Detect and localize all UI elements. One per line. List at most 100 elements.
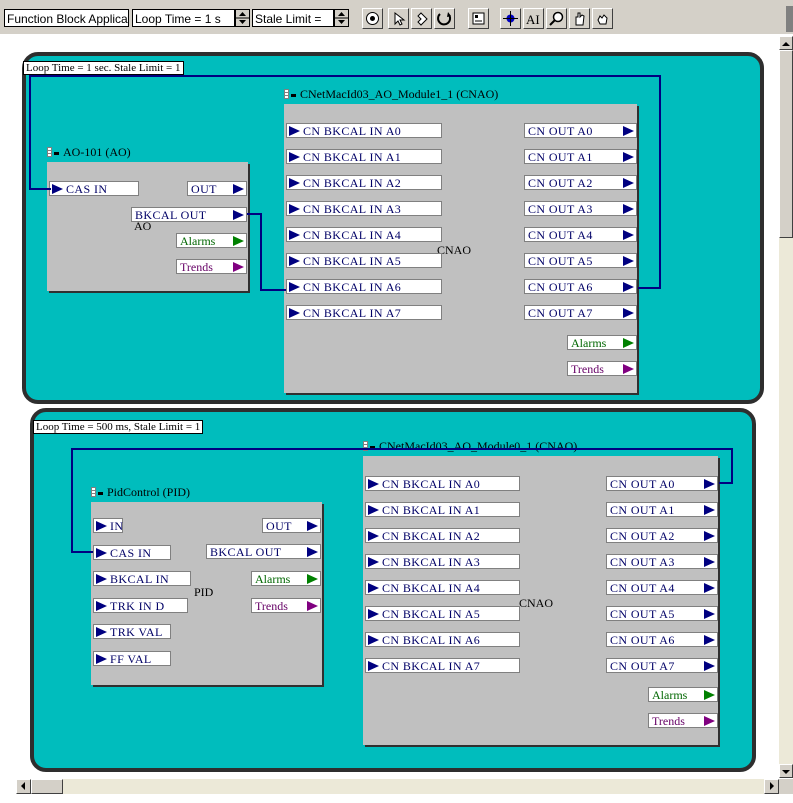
toolbar: Function Block Applicati Loop Time = 1 s… (0, 0, 793, 34)
port-cn-out-a3[interactable]: CN OUT A3 (606, 554, 718, 569)
output-arrow-icon (704, 505, 715, 515)
output-arrow-icon (623, 230, 634, 240)
toolbar-overflow (786, 6, 793, 32)
stale-limit-field[interactable]: Stale Limit = (252, 9, 334, 27)
input-arrow-icon (96, 600, 107, 611)
port-cn-out-a5[interactable]: CN OUT A5 (606, 606, 718, 621)
block-icon[interactable] (468, 8, 489, 29)
port-cn-out-a2[interactable]: CN OUT A2 (606, 528, 718, 543)
port-bkcal-in[interactable]: BKCAL IN (93, 571, 191, 586)
function-block-application-select[interactable]: Function Block Applicati (4, 9, 129, 27)
input-arrow-icon (289, 230, 300, 240)
output-arrow-icon (623, 364, 634, 374)
port-cn-out-a4[interactable]: CN OUT A4 (606, 580, 718, 595)
input-arrow-icon (96, 574, 107, 584)
pan-hand-icon[interactable] (569, 8, 590, 29)
output-arrow-icon (623, 178, 634, 188)
input-arrow-icon (368, 609, 379, 619)
input-arrow-icon (96, 521, 107, 531)
port-in[interactable]: IN (93, 518, 123, 533)
horizontal-scrollbar[interactable] (16, 779, 779, 794)
port-alarms[interactable]: Alarms (648, 687, 718, 702)
port-cn-out-a0[interactable]: CN OUT A0 (606, 476, 718, 491)
output-arrow-icon (623, 126, 634, 136)
port-cn-out-a0[interactable]: CN OUT A0 (524, 123, 637, 138)
output-arrow-icon (704, 531, 715, 541)
port-cas-in[interactable]: CAS IN (93, 544, 171, 560)
port-cn-out-a3[interactable]: CN OUT A3 (524, 201, 637, 216)
connect-icon[interactable] (411, 8, 432, 29)
output-arrow-icon (623, 338, 634, 348)
output-arrow-icon (623, 308, 634, 318)
port-cn-bkcal-in-a3[interactable]: CN BKCAL IN A3 (365, 554, 520, 569)
stale-limit-spinner[interactable] (334, 9, 349, 27)
port-cn-bkcal-in-a2[interactable]: CN BKCAL IN A2 (286, 175, 442, 190)
port-ff-val[interactable]: FF VAL (93, 650, 171, 666)
function-block-canvas[interactable]: Loop Time = 1 sec. Stale Limit = 1 AO-10… (16, 36, 778, 778)
vertical-scroll-thumb[interactable] (779, 50, 793, 238)
port-cn-out-a5[interactable]: CN OUT A5 (524, 253, 637, 268)
vertical-scrollbar[interactable] (779, 36, 793, 778)
port-cn-bkcal-in-a6[interactable]: CN BKCAL IN A6 (365, 632, 520, 647)
input-arrow-icon (368, 635, 379, 645)
input-arrow-icon (368, 479, 379, 489)
svg-text:AI: AI (526, 12, 540, 27)
port-cn-out-a6[interactable]: CN OUT A6 (606, 632, 718, 647)
output-arrow-icon (704, 583, 715, 593)
port-cn-out-a6[interactable]: CN OUT A6 (524, 279, 637, 294)
port-cn-bkcal-in-a5[interactable]: CN BKCAL IN A5 (365, 606, 520, 621)
output-arrow-icon (704, 716, 715, 726)
input-arrow-icon (368, 505, 379, 515)
port-cn-bkcal-in-a1[interactable]: CN BKCAL IN A1 (286, 149, 442, 164)
port-cn-bkcal-in-a4[interactable]: CN BKCAL IN A4 (286, 227, 442, 242)
port-cn-out-a1[interactable]: CN OUT A1 (606, 502, 718, 517)
input-arrow-icon (289, 178, 300, 188)
port-trk-in-d[interactable]: TRK IN D (93, 597, 188, 613)
output-arrow-icon (623, 204, 634, 214)
port-cn-bkcal-in-a7[interactable]: CN BKCAL IN A7 (365, 658, 520, 673)
port-cn-out-a4[interactable]: CN OUT A4 (524, 227, 637, 242)
output-arrow-icon (704, 609, 715, 619)
input-arrow-icon (289, 126, 300, 136)
input-arrow-icon (289, 204, 300, 214)
output-arrow-icon (623, 282, 634, 292)
input-arrow-icon (96, 653, 107, 664)
port-cn-bkcal-in-a0[interactable]: CN BKCAL IN A0 (286, 123, 442, 138)
loop-time-field[interactable]: Loop Time = 1 s (132, 9, 235, 27)
output-arrow-icon (623, 152, 634, 162)
port-trends[interactable]: Trends (567, 361, 637, 376)
port-cn-bkcal-in-a2[interactable]: CN BKCAL IN A2 (365, 528, 520, 543)
port-cn-bkcal-in-a6[interactable]: CN BKCAL IN A6 (286, 279, 442, 294)
input-arrow-icon (368, 557, 379, 567)
port-cn-out-a2[interactable]: CN OUT A2 (524, 175, 637, 190)
port-trends[interactable]: Trends (648, 713, 718, 728)
port-cn-bkcal-in-a3[interactable]: CN BKCAL IN A3 (286, 201, 442, 216)
port-cn-out-a7[interactable]: CN OUT A7 (606, 658, 718, 673)
output-arrow-icon (623, 256, 634, 266)
scroll-left-button[interactable] (16, 779, 31, 794)
zoom-icon[interactable] (546, 8, 567, 29)
output-arrow-icon (704, 690, 715, 700)
pointer-icon[interactable] (388, 8, 409, 29)
port-cn-bkcal-in-a5[interactable]: CN BKCAL IN A5 (286, 253, 442, 268)
grab-icon[interactable] (592, 8, 613, 29)
output-arrow-icon (704, 557, 715, 567)
port-trk-val[interactable]: TRK VAL (93, 624, 171, 639)
port-cn-out-a1[interactable]: CN OUT A1 (524, 149, 637, 164)
scroll-down-button[interactable] (779, 764, 793, 778)
port-cn-bkcal-in-a7[interactable]: CN BKCAL IN A7 (286, 305, 442, 320)
io-block-icon[interactable] (500, 8, 521, 29)
port-cn-bkcal-in-a4[interactable]: CN BKCAL IN A4 (365, 580, 520, 595)
rotate-icon[interactable] (434, 8, 455, 29)
loop-time-spinner[interactable] (235, 9, 250, 27)
port-alarms[interactable]: Alarms (567, 335, 637, 350)
scroll-right-button[interactable] (764, 779, 779, 794)
horizontal-scroll-thumb[interactable] (31, 779, 63, 794)
wire-bkcal-out-to-cn-bkcal-in-a6 (247, 213, 288, 291)
scroll-up-button[interactable] (779, 36, 793, 50)
text-ai-icon[interactable]: AI (523, 8, 544, 29)
port-cn-out-a7[interactable]: CN OUT A7 (524, 305, 637, 320)
port-cn-bkcal-in-a1[interactable]: CN BKCAL IN A1 (365, 502, 520, 517)
port-cn-bkcal-in-a0[interactable]: CN BKCAL IN A0 (365, 476, 520, 491)
view-options-icon[interactable] (362, 8, 383, 29)
